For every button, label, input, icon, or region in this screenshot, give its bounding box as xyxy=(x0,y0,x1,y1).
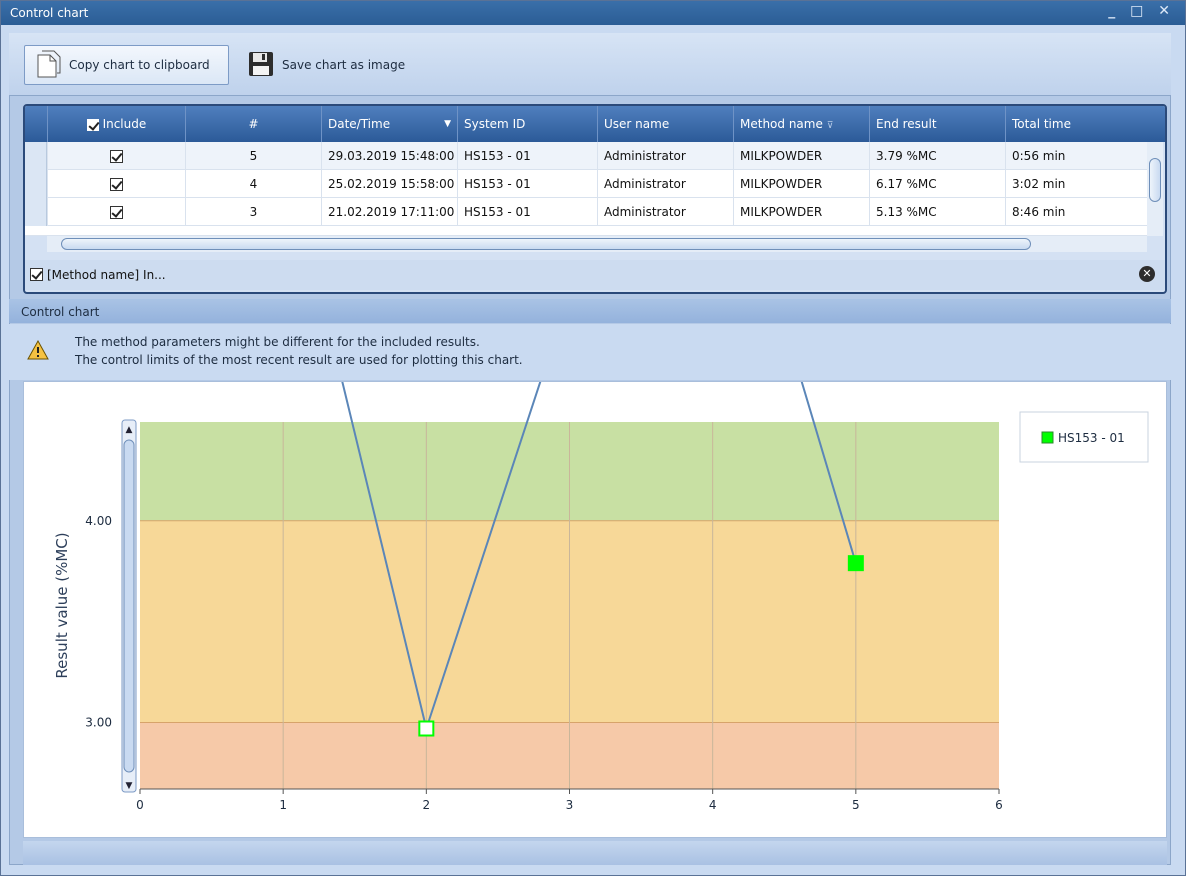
row-header[interactable] xyxy=(25,142,47,170)
cell-user-name: Administrator xyxy=(597,198,733,226)
floppy-disk-icon xyxy=(248,51,274,80)
y-scroll-up-icon: ▲ xyxy=(126,425,133,435)
x-tick-label: 6 xyxy=(995,798,1003,812)
section-header: Control chart xyxy=(9,299,1171,323)
row-header[interactable] xyxy=(25,170,47,198)
cell-total-time: 0:56 min xyxy=(1005,142,1149,170)
warning-line-2: The control limits of the most recent re… xyxy=(75,353,523,367)
include-checkbox-cell[interactable] xyxy=(47,198,185,226)
cell-method-name: MILKPOWDER xyxy=(733,170,869,198)
column-include[interactable]: Include xyxy=(47,106,185,142)
table-row-partial[interactable] xyxy=(25,226,1149,236)
clear-filter-icon[interactable]: ✕ xyxy=(1139,266,1155,282)
column-system-id[interactable]: System ID xyxy=(457,106,597,142)
warning-line-1: The method parameters might be different… xyxy=(75,335,480,349)
cell-end-result: 6.17 %MC xyxy=(869,170,1005,198)
cell-system-id: HS153 - 01 xyxy=(457,142,597,170)
include-checkbox-cell[interactable] xyxy=(47,170,185,198)
column-number[interactable]: # xyxy=(185,106,321,142)
warning-icon xyxy=(27,339,49,363)
data-point xyxy=(418,720,435,737)
column-end-result[interactable]: End result xyxy=(869,106,1005,142)
cell-datetime: 25.02.2019 15:58:00 xyxy=(321,170,457,198)
x-tick-label: 3 xyxy=(566,798,574,812)
grid-header: Include # Date/Time ▼ System ID User nam… xyxy=(25,106,1165,142)
filter-enable-checkbox[interactable] xyxy=(30,268,43,281)
chart-container: 0123456▲▼3.004.005.006.00Result value (%… xyxy=(23,75,1167,838)
cell-end-result: 3.79 %MC xyxy=(869,142,1005,170)
row-header[interactable] xyxy=(25,198,47,226)
x-tick-label: 0 xyxy=(136,798,144,812)
y-axis-scroll-thumb xyxy=(123,439,135,773)
status-bar xyxy=(23,841,1167,865)
include-checkbox[interactable] xyxy=(110,206,123,219)
window-title: Control chart xyxy=(10,6,89,20)
column-datetime[interactable]: Date/Time ▼ xyxy=(321,106,457,142)
cell-datetime: 21.02.2019 17:11:00 xyxy=(321,198,457,226)
column-include-label: Include xyxy=(102,117,147,131)
data-point xyxy=(847,555,864,572)
column-total-time[interactable]: Total time xyxy=(1005,106,1145,142)
save-chart-label: Save chart as image xyxy=(282,58,406,72)
y-axis-label: Result value (%MC) xyxy=(53,532,71,678)
column-user-name[interactable]: User name xyxy=(597,106,733,142)
cell-method-name: MILKPOWDER xyxy=(733,198,869,226)
cell-system-id: HS153 - 01 xyxy=(457,170,597,198)
copy-icon xyxy=(35,49,61,82)
cell-number: 5 xyxy=(185,142,321,170)
table-row[interactable]: 3 21.02.2019 17:11:00 HS153 - 01 Adminis… xyxy=(25,198,1149,226)
cell-user-name: Administrator xyxy=(597,142,733,170)
cell-user-name: Administrator xyxy=(597,170,733,198)
x-tick-label: 1 xyxy=(279,798,287,812)
title-bar: Control chart _ □ ✕ xyxy=(1,1,1185,25)
include-checkbox[interactable] xyxy=(110,178,123,191)
filter-icon[interactable]: ⊽ xyxy=(827,121,834,131)
x-tick-label: 5 xyxy=(852,798,860,812)
copy-chart-label: Copy chart to clipboard xyxy=(69,58,210,72)
save-chart-button[interactable]: Save chart as image xyxy=(242,45,422,85)
column-datetime-label: Date/Time xyxy=(328,117,391,131)
warning-panel: The method parameters might be different… xyxy=(9,324,1171,380)
column-method-name[interactable]: Method name ⊽ xyxy=(733,106,869,142)
horizontal-scroll-thumb[interactable] xyxy=(61,238,1031,250)
sort-desc-icon: ▼ xyxy=(444,119,451,129)
toolbar: Copy chart to clipboard Save chart as im… xyxy=(9,33,1171,96)
cell-end-result: 5.13 %MC xyxy=(869,198,1005,226)
cell-total-time: 3:02 min xyxy=(1005,170,1149,198)
legend-swatch xyxy=(1041,431,1054,444)
y-scroll-down-icon: ▼ xyxy=(126,781,133,791)
table-row[interactable]: 5 29.03.2019 15:48:00 HS153 - 01 Adminis… xyxy=(25,142,1149,170)
cell-number: 3 xyxy=(185,198,321,226)
table-row[interactable]: 4 25.02.2019 15:58:00 HS153 - 01 Adminis… xyxy=(25,170,1149,198)
column-method-name-label: Method name xyxy=(740,117,823,131)
y-tick-label: 3.00 xyxy=(85,715,112,729)
cell-system-id: HS153 - 01 xyxy=(457,198,597,226)
window-controls[interactable]: _ □ ✕ xyxy=(1108,3,1175,19)
results-grid: Include # Date/Time ▼ System ID User nam… xyxy=(23,104,1167,294)
cell-datetime: 29.03.2019 15:48:00 xyxy=(321,142,457,170)
copy-chart-button[interactable]: Copy chart to clipboard xyxy=(24,45,229,85)
cell-number: 4 xyxy=(185,170,321,198)
control-chart[interactable]: 0123456▲▼3.004.005.006.00Result value (%… xyxy=(24,75,1166,837)
include-checkbox-cell[interactable] xyxy=(47,142,185,170)
section-title: Control chart xyxy=(21,305,100,319)
grid-vertical-scrollbar[interactable] xyxy=(1147,142,1163,236)
filter-bar: [Method name] In... ✕ xyxy=(25,260,1165,290)
cell-total-time: 8:46 min xyxy=(1005,198,1149,226)
include-all-checkbox[interactable] xyxy=(86,118,99,131)
grid-horizontal-scrollbar[interactable] xyxy=(47,236,1147,252)
control-chart-window: Control chart _ □ ✕ Copy chart to clipbo… xyxy=(0,0,1186,876)
y-tick-label: 4.00 xyxy=(85,514,112,528)
x-tick-label: 2 xyxy=(423,798,431,812)
vertical-scroll-thumb[interactable] xyxy=(1149,158,1161,202)
include-checkbox[interactable] xyxy=(110,150,123,163)
legend-label: HS153 - 01 xyxy=(1058,431,1125,445)
x-tick-label: 4 xyxy=(709,798,717,812)
row-header-corner xyxy=(25,106,47,142)
cell-method-name: MILKPOWDER xyxy=(733,142,869,170)
filter-text[interactable]: [Method name] In... xyxy=(47,268,166,282)
